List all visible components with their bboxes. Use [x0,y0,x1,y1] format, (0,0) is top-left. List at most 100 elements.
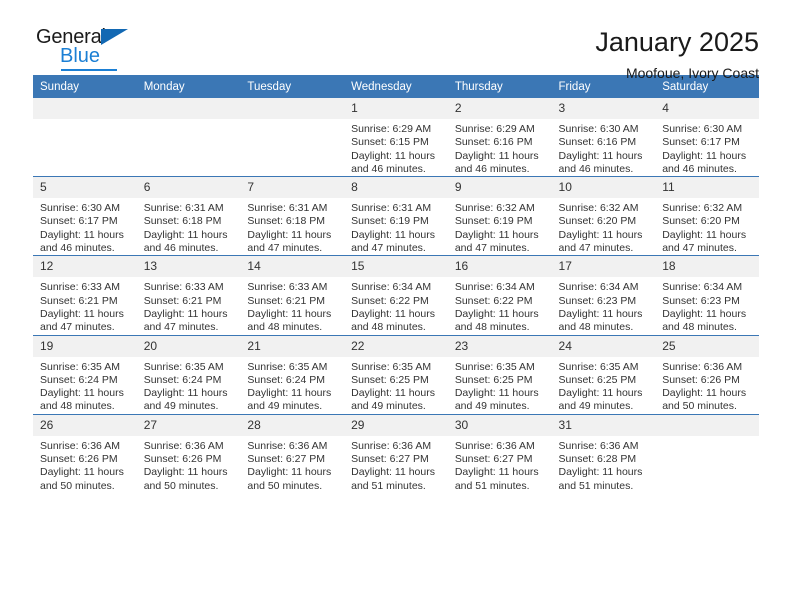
day-details [655,436,759,440]
calendar-day-cell[interactable]: 22 Sunrise: 6:35 AM Sunset: 6:25 PM Dayligh… [344,334,448,415]
day-detail-line: Daylight: 11 hours [351,466,435,479]
day-detail-line: Daylight: 11 hours [662,307,747,320]
day-detail-line: Daylight: 11 hours [143,387,228,400]
calendar-day-cell[interactable]: 23 Sunrise: 6:35 AM Sunset: 6:25 PM Dayligh… [447,334,552,415]
day-details: Sunrise: 6:36 AM Sunset: 6:27 PM Daylight:… [448,436,552,493]
calendar-day-cell[interactable]: 7 Sunrise: 6:31 AM Sunset: 6:18 PM Daylight… [240,176,345,256]
day-detail-line: Sunrise: 6:30 AM [558,123,639,135]
day-details [137,119,241,123]
day-detail-line: Daylight: 11 hours [351,307,435,320]
day-detail-line: Sunrise: 6:35 AM [247,360,328,373]
day-details: Sunrise: 6:36 AM Sunset: 6:27 PM Daylight:… [344,436,448,493]
day-detail-line: Sunrise: 6:35 AM [143,360,224,373]
calendar-day-cell[interactable]: 15 Sunrise: 6:34 AM Sunset: 6:22 PM Dayligh… [344,255,448,336]
day-detail-line: Daylight: 11 hours [662,387,747,400]
day-detail-line: Daylight: 11 hours [558,387,643,400]
day-details: Sunrise: 6:36 AM Sunset: 6:26 PM Daylight:… [33,436,137,493]
weekday-header-wednesday: Wednesday [344,75,448,98]
calendar-day-cell[interactable]: 13 Sunrise: 6:33 AM Sunset: 6:21 PM Dayligh… [136,255,241,336]
day-details: Sunrise: 6:30 AM Sunset: 6:17 PM Daylight:… [655,119,759,176]
day-detail-line: Sunrise: 6:33 AM [40,281,120,294]
day-detail-line: Sunrise: 6:36 AM [247,439,328,452]
calendar-week-row: 5 Sunrise: 6:30 AM Sunset: 6:17 PM Daylight… [33,176,759,256]
day-detail-line: and 49 minutes. [143,400,219,413]
day-detail-line: Sunrise: 6:36 AM [351,439,432,452]
day-detail-line: and 47 minutes. [351,242,426,255]
day-detail-line: Sunset: 6:17 PM [40,215,118,228]
day-detail-line: Sunset: 6:16 PM [454,136,533,149]
calendar-day-cell[interactable]: 14 Sunrise: 6:33 AM Sunset: 6:21 PM Dayligh… [240,255,345,336]
calendar-day-cell[interactable]: 20 Sunrise: 6:35 AM Sunset: 6:24 PM Dayligh… [136,334,241,415]
day-detail-line: Daylight: 11 hours [454,228,539,241]
calendar-day-cell[interactable]: 29 Sunrise: 6:36 AM Sunset: 6:27 PM Dayligh… [344,413,448,493]
page-title: January 2025 [595,27,759,57]
day-detail-line: Sunset: 6:15 PM [351,136,429,149]
day-detail-line: and 49 minutes. [454,400,530,413]
day-number [33,98,137,119]
day-detail-line: Daylight: 11 hours [40,387,124,400]
day-detail-line: Daylight: 11 hours [351,387,435,400]
calendar-day-cell[interactable]: 31 Sunrise: 6:36 AM Sunset: 6:28 PM Dayligh… [551,413,656,493]
calendar-day-cell[interactable]: 1 Sunrise: 6:29 AM Sunset: 6:15 PM Daylight… [344,98,448,177]
day-detail-line: and 48 minutes. [40,400,115,413]
page-subtitle: Moofoue, Ivory Coast [625,65,759,82]
day-details [240,119,344,123]
day-detail-line: Sunrise: 6:36 AM [40,439,120,452]
calendar-day-cell[interactable]: 30 Sunrise: 6:36 AM Sunset: 6:27 PM Dayligh… [447,413,552,493]
day-details: Sunrise: 6:36 AM Sunset: 6:26 PM Daylight:… [137,436,241,493]
calendar-day-cell[interactable]: 16 Sunrise: 6:34 AM Sunset: 6:22 PM Dayligh… [447,255,552,336]
day-detail-line: Sunset: 6:26 PM [143,453,222,466]
day-number: 13 [136,256,241,278]
day-details: Sunrise: 6:29 AM Sunset: 6:15 PM Daylight:… [344,119,448,176]
day-details: Sunrise: 6:35 AM Sunset: 6:24 PM Daylight:… [240,357,344,414]
day-detail-line: Sunrise: 6:34 AM [454,281,535,294]
day-detail-line: Sunrise: 6:36 AM [662,360,743,373]
day-detail-line: Sunrise: 6:36 AM [143,439,224,452]
day-details: Sunrise: 6:35 AM Sunset: 6:24 PM Daylight:… [33,357,137,414]
triangle-icon [101,29,128,45]
day-detail-line: Daylight: 11 hours [454,466,539,479]
day-detail-line: Sunset: 6:27 PM [351,453,429,466]
calendar-day-cell[interactable]: 11 Sunrise: 6:32 AM Sunset: 6:20 PM Dayligh… [655,176,759,256]
day-number: 30 [447,414,552,436]
day-number: 12 [33,256,137,278]
calendar-day-cell[interactable]: 10 Sunrise: 6:32 AM Sunset: 6:20 PM Dayligh… [551,176,656,256]
day-detail-line: Sunrise: 6:29 AM [454,123,535,135]
day-detail-line: Daylight: 11 hours [558,307,643,320]
calendar-day-cell[interactable]: 5 Sunrise: 6:30 AM Sunset: 6:17 PM Daylight… [33,176,137,256]
day-detail-line: Daylight: 11 hours [247,387,332,400]
day-detail-line: Sunrise: 6:35 AM [558,360,639,373]
calendar-day-cell[interactable]: 19 Sunrise: 6:35 AM Sunset: 6:24 PM Dayligh… [33,334,137,415]
calendar-day-cell[interactable]: 24 Sunrise: 6:35 AM Sunset: 6:25 PM Dayligh… [551,334,656,415]
day-detail-line: Daylight: 11 hours [247,228,332,241]
day-number: 26 [33,414,137,436]
calendar-day-cell[interactable]: 6 Sunrise: 6:31 AM Sunset: 6:18 PM Daylight… [136,176,241,256]
day-number: 8 [344,177,448,199]
calendar-day-cell[interactable]: 9 Sunrise: 6:32 AM Sunset: 6:19 PM Daylight… [447,176,552,256]
calendar-day-cell[interactable]: 27 Sunrise: 6:36 AM Sunset: 6:26 PM Dayligh… [136,413,241,493]
calendar-day-cell[interactable]: 8 Sunrise: 6:31 AM Sunset: 6:19 PM Daylight… [344,176,448,256]
general-blue-logo[interactable]: General Blue [33,26,153,72]
calendar-day-cell[interactable]: 12 Sunrise: 6:33 AM Sunset: 6:21 PM Dayligh… [33,255,137,336]
calendar-week-row: 12 Sunrise: 6:33 AM Sunset: 6:21 PM Dayligh… [33,255,759,336]
calendar-day-cell[interactable]: 21 Sunrise: 6:35 AM Sunset: 6:24 PM Dayligh… [240,334,345,415]
calendar-day-cell[interactable]: 2 Sunrise: 6:29 AM Sunset: 6:16 PM Daylight… [447,98,552,177]
calendar-day-cell[interactable]: 17 Sunrise: 6:34 AM Sunset: 6:23 PM Dayligh… [551,255,656,336]
day-number: 21 [240,335,345,357]
day-detail-line: Sunrise: 6:31 AM [351,202,432,215]
day-details: Sunrise: 6:30 AM Sunset: 6:17 PM Daylight:… [33,198,137,255]
calendar-day-cell[interactable]: 25 Sunrise: 6:36 AM Sunset: 6:26 PM Dayligh… [655,334,759,415]
calendar-day-cell[interactable]: 28 Sunrise: 6:36 AM Sunset: 6:27 PM Dayligh… [240,413,345,493]
day-detail-line: Sunrise: 6:35 AM [351,360,432,373]
calendar-day-cell[interactable]: 18 Sunrise: 6:34 AM Sunset: 6:23 PM Dayligh… [655,255,759,336]
day-detail-line: Sunset: 6:22 PM [454,294,533,307]
calendar-day-cell[interactable]: 26 Sunrise: 6:36 AM Sunset: 6:26 PM Dayligh… [33,413,137,493]
day-number: 9 [447,177,552,199]
day-detail-line: Sunset: 6:27 PM [247,453,326,466]
calendar-week-row: 19 Sunrise: 6:35 AM Sunset: 6:24 PM Dayligh… [33,334,759,415]
calendar-day-cell[interactable]: 4 Sunrise: 6:30 AM Sunset: 6:17 PM Daylight… [655,98,759,177]
calendar-day-cell[interactable]: 3 Sunrise: 6:30 AM Sunset: 6:16 PM Daylight… [551,98,656,177]
day-details: Sunrise: 6:32 AM Sunset: 6:20 PM Daylight:… [655,198,759,255]
day-details: Sunrise: 6:34 AM Sunset: 6:23 PM Daylight:… [655,277,759,334]
day-detail-line: and 48 minutes. [351,321,426,334]
